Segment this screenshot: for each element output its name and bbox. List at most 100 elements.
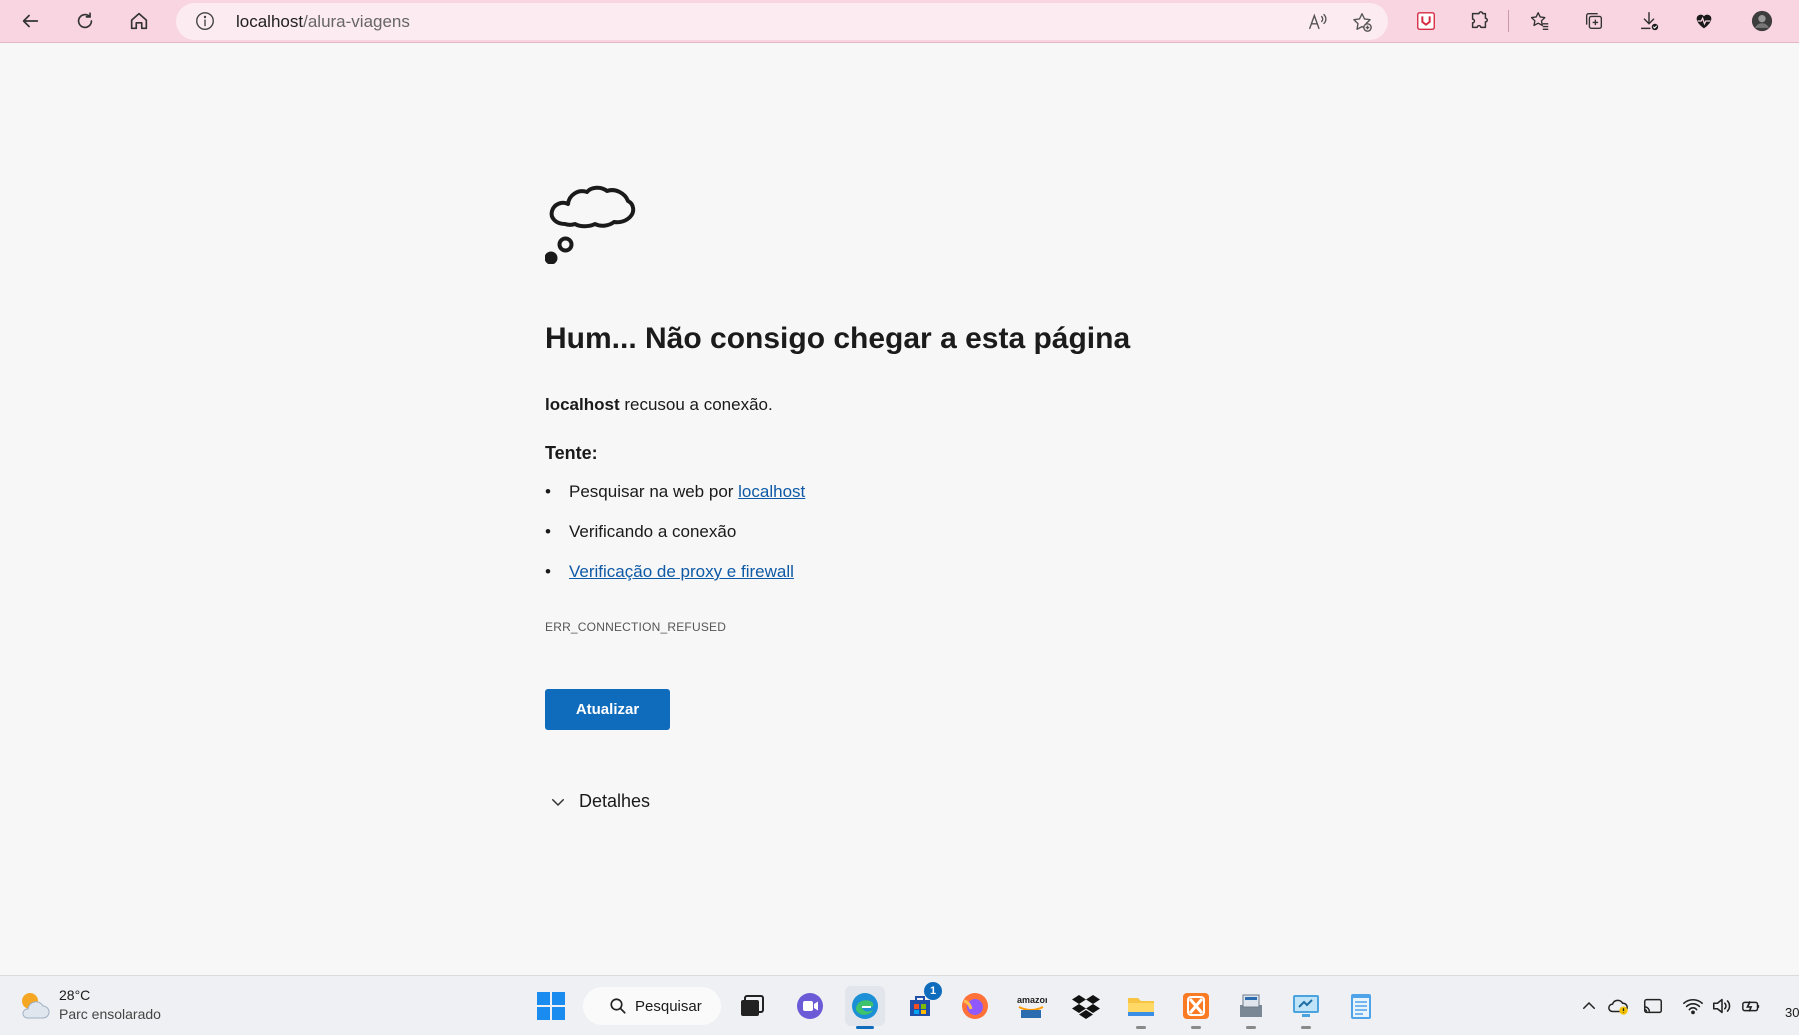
file-explorer-button[interactable]: [1121, 986, 1161, 1029]
profile-avatar: [1751, 10, 1773, 32]
file-explorer-icon: [1128, 998, 1154, 1016]
battery-charging-icon: [1742, 1001, 1760, 1012]
downloads-button[interactable]: [1631, 4, 1667, 38]
list-item: Verificando a conexão: [545, 522, 805, 562]
start-icon: [537, 992, 565, 1020]
downloads-icon: [1640, 12, 1659, 31]
notepad-button[interactable]: [1341, 986, 1381, 1026]
browser-toolbar: localhost/alura-viagens: [0, 0, 1799, 43]
start-button[interactable]: [531, 986, 571, 1026]
back-icon: [22, 14, 39, 28]
home-button[interactable]: [121, 4, 157, 38]
chat-icon: [797, 993, 823, 1019]
read-aloud-button[interactable]: [1300, 5, 1336, 39]
url-host: localhost: [236, 12, 304, 31]
active-indicator: [856, 1026, 874, 1029]
wifi-tray-button[interactable]: [1681, 994, 1705, 1018]
volume-icon: [1712, 998, 1731, 1014]
error-description: localhost recusou a conexão.: [545, 395, 773, 415]
running-indicator: [1191, 1026, 1201, 1029]
edge-icon: [852, 993, 878, 1019]
list-item: Verificação de proxy e firewall: [545, 562, 805, 602]
chevron-up-icon: [1583, 1001, 1595, 1009]
cast-icon: [1644, 998, 1662, 1014]
add-favorite-icon: [1353, 13, 1372, 32]
favorites-star-icon: [1530, 12, 1549, 30]
details-toggle[interactable]: Detalhes: [549, 791, 650, 812]
dropbox-icon: [1072, 995, 1100, 1019]
firefox-button[interactable]: [955, 986, 995, 1026]
add-favorite-button[interactable]: [1344, 5, 1380, 39]
proxy-firewall-link[interactable]: Verificação de proxy e firewall: [569, 562, 794, 581]
battery-tray-button[interactable]: [1740, 994, 1764, 1018]
extensions-button[interactable]: [1461, 4, 1497, 38]
remote-desktop-icon: [1293, 995, 1319, 1017]
search-icon: [610, 998, 626, 1014]
toolbar-separator: [1508, 10, 1509, 32]
extensions-puzzle-icon: [1471, 11, 1488, 29]
suggestion-list: Pesquisar na web por localhost Verifican…: [545, 482, 805, 602]
firefox-icon: [962, 993, 988, 1019]
taskbar-search[interactable]: Pesquisar: [583, 987, 721, 1025]
url-text[interactable]: localhost/alura-viagens: [236, 12, 410, 32]
favorites-button[interactable]: [1522, 4, 1558, 38]
error-message: recusou a conexão.: [619, 395, 773, 414]
onedrive-tray-button[interactable]: [1606, 994, 1630, 1018]
browser-essentials-heart-icon: [1696, 14, 1712, 29]
profile-button[interactable]: [1744, 4, 1780, 38]
error-host: localhost: [545, 395, 620, 414]
search-label: Pesquisar: [635, 997, 702, 1015]
weather-widget[interactable]: 28°C Parc ensolarado: [17, 986, 161, 1024]
app-button[interactable]: [1231, 986, 1271, 1029]
edge-taskbar-button[interactable]: [845, 986, 885, 1029]
search-suggestion-text: Pesquisar na web por: [569, 482, 739, 501]
home-icon: [130, 12, 148, 30]
task-view-icon: [741, 995, 764, 1016]
url-path: /alura-viagens: [303, 12, 410, 31]
read-aloud-icon: [1309, 13, 1327, 30]
remote-desktop-button[interactable]: [1286, 986, 1326, 1029]
extension-shield-icon: [1417, 12, 1435, 30]
amazon-button[interactable]: amazon: [1011, 986, 1051, 1026]
details-label: Detalhes: [579, 791, 651, 811]
weather-condition: Parc ensolarado: [59, 1006, 161, 1022]
back-button[interactable]: [12, 4, 48, 38]
show-hidden-icons-button[interactable]: [1577, 994, 1601, 1018]
svg-text:amazon: amazon: [1017, 995, 1047, 1005]
dropbox-button[interactable]: [1066, 986, 1106, 1026]
collections-button[interactable]: [1576, 4, 1612, 38]
list-item: Pesquisar na web por localhost: [545, 482, 805, 522]
xampp-button[interactable]: [1176, 986, 1216, 1029]
running-indicator: [1136, 1026, 1146, 1029]
chat-button[interactable]: [790, 986, 830, 1026]
checking-connection-text: Verificando a conexão: [569, 522, 737, 541]
running-indicator: [1301, 1026, 1311, 1029]
error-code: ERR_CONNECTION_REFUSED: [545, 620, 727, 634]
cloud-warning-icon: [1608, 999, 1628, 1015]
extension-shield-button[interactable]: [1408, 4, 1444, 38]
refresh-icon: [77, 12, 93, 29]
reload-button[interactable]: [67, 4, 103, 38]
refresh-button[interactable]: Atualizar: [545, 689, 670, 730]
info-icon[interactable]: [194, 10, 216, 32]
browser-essentials-button[interactable]: [1686, 4, 1722, 38]
xampp-icon: [1183, 993, 1209, 1019]
notification-badge: 1: [924, 982, 942, 1000]
clock-partial[interactable]: 30: [1785, 1005, 1799, 1020]
task-view-button[interactable]: [732, 986, 772, 1026]
store-button[interactable]: 1: [900, 982, 942, 1026]
page-title: Hum... Não consigo chegar a esta página: [545, 322, 1131, 355]
chevron-down-icon: [552, 798, 564, 806]
notepad-icon: [1351, 994, 1371, 1019]
address-bar[interactable]: localhost/alura-viagens: [176, 3, 1388, 40]
running-indicator: [1246, 1026, 1256, 1029]
collections-icon: [1585, 12, 1603, 30]
wifi-icon: [1683, 999, 1703, 1015]
volume-tray-button[interactable]: [1710, 994, 1734, 1018]
amazon-icon: amazon: [1017, 995, 1047, 1018]
app-icon: [1240, 994, 1262, 1017]
search-localhost-link[interactable]: localhost: [738, 482, 805, 501]
taskbar: 28°C Parc ensolarado Pesquisar 1 amazon: [0, 975, 1799, 1035]
try-label: Tente:: [545, 443, 598, 463]
cast-tray-button[interactable]: [1641, 994, 1665, 1018]
